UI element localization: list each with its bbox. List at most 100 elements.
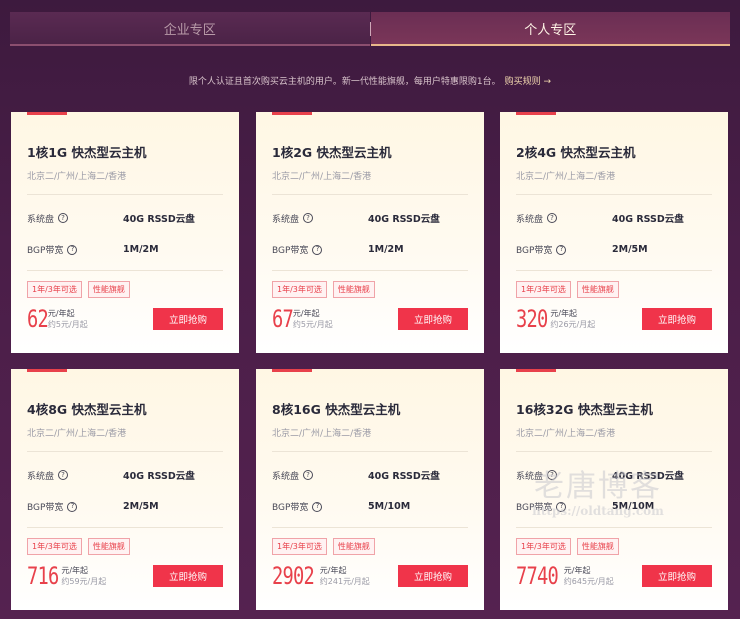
price-monthly: 约5元/月起 [47, 320, 88, 329]
question-circle-icon[interactable]: ? [556, 501, 567, 512]
card-divider [516, 527, 712, 528]
price-unit: 元/年起 [319, 566, 347, 575]
question-circle-icon[interactable]: ? [67, 501, 78, 512]
product-card: 4核8G 快杰型云主机 北京二/广州/上海二/香港 系统盘? 40G RSSD云… [11, 369, 239, 610]
spec-bandwidth-label: BGP带宽 [27, 503, 64, 513]
buy-now-button[interactable]: 立即抢购 [153, 565, 223, 587]
card-divider [27, 270, 223, 271]
question-circle-icon[interactable]: ? [312, 244, 323, 255]
tag-term: 1年/3年可选 [27, 538, 82, 555]
card-accent-bar [272, 112, 312, 115]
spec-bandwidth: BGP带宽? 1M/2M [272, 243, 468, 256]
tag-flagship: 性能旗舰 [87, 281, 130, 298]
spec-bandwidth: BGP带宽? 1M/2M [27, 243, 223, 256]
spec-bandwidth-value: 5M/10M [368, 501, 411, 512]
price-unit: 元/年起 [292, 309, 320, 318]
spec-disk-label: 系统盘 [27, 214, 55, 225]
spec-bandwidth: BGP带宽? 2M/5M [27, 500, 223, 513]
price-monthly: 约645元/月起 [563, 577, 614, 586]
product-regions: 北京二/广州/上海二/香港 [516, 169, 712, 195]
product-card: 1核1G 快杰型云主机 北京二/广州/上海二/香港 系统盘? 40G RSSD云… [11, 112, 239, 353]
spec-disk-value: 40G RSSD云盘 [368, 214, 440, 225]
spec-disk-value: 40G RSSD云盘 [612, 214, 684, 225]
card-accent-bar [27, 112, 67, 115]
spec-disk-value: 40G RSSD云盘 [368, 471, 440, 482]
spec-disk: 系统盘? 40G RSSD云盘 [272, 211, 468, 225]
price-monthly: 约5元/月起 [292, 320, 333, 329]
spec-disk-label: 系统盘 [516, 214, 544, 225]
question-circle-icon[interactable]: ? [547, 213, 558, 223]
card-accent-bar [27, 369, 67, 372]
price-value: 320 [516, 305, 548, 333]
product-regions: 北京二/广州/上海二/香港 [516, 426, 712, 452]
product-card: 8核16G 快杰型云主机 北京二/广州/上海二/香港 系统盘? 40G RSSD… [256, 369, 484, 610]
spec-bandwidth-value: 1M/2M [123, 244, 159, 255]
notice-text: 限个人认证且首次购买云主机的用户。新一代性能旗舰，每用户特惠限购1台。 [188, 77, 501, 87]
zone-tabs: 企业专区 个人专区 [10, 12, 730, 46]
tag-term: 1年/3年可选 [272, 281, 327, 298]
spec-disk-value: 40G RSSD云盘 [123, 214, 195, 225]
spec-bandwidth: BGP带宽? 5M/10M [516, 500, 712, 513]
spec-disk-value: 40G RSSD云盘 [612, 471, 684, 482]
spec-bandwidth-value: 5M/10M [612, 501, 655, 512]
spec-bandwidth-value: 1M/2M [368, 244, 404, 255]
price-unit: 元/年起 [47, 309, 75, 318]
product-title: 4核8G 快杰型云主机 [27, 402, 147, 417]
buy-now-button[interactable]: 立即抢购 [398, 308, 468, 330]
tag-term: 1年/3年可选 [272, 538, 327, 555]
price-row: 716 元/年起 约59元/月起 立即抢购 [27, 562, 223, 590]
tag-flagship: 性能旗舰 [576, 538, 619, 555]
spec-bandwidth-label: BGP带宽 [516, 503, 553, 513]
spec-disk-label: 系统盘 [27, 471, 55, 482]
spec-disk-label: 系统盘 [272, 471, 300, 482]
question-circle-icon[interactable]: ? [312, 501, 323, 512]
buy-now-button[interactable]: 立即抢购 [153, 308, 223, 330]
price-value: 2902 [272, 562, 315, 590]
question-circle-icon[interactable]: ? [556, 244, 567, 255]
spec-disk-label: 系统盘 [272, 214, 300, 225]
eligibility-notice: 限个人认证且首次购买云主机的用户。新一代性能旗舰，每用户特惠限购1台。 购买规则 … [0, 74, 740, 87]
question-circle-icon[interactable]: ? [547, 470, 558, 480]
tag-flagship: 性能旗舰 [576, 281, 619, 298]
card-divider [272, 527, 468, 528]
question-circle-icon[interactable]: ? [303, 213, 314, 223]
spec-bandwidth-label: BGP带宽 [516, 246, 553, 256]
product-card: 2核4G 快杰型云主机 北京二/广州/上海二/香港 系统盘? 40G RSSD云… [500, 112, 728, 353]
buy-now-button[interactable]: 立即抢购 [642, 308, 712, 330]
buy-now-button[interactable]: 立即抢购 [642, 565, 712, 587]
purchase-rules-link[interactable]: 购买规则 → [505, 77, 551, 87]
price-monthly: 约59元/月起 [61, 577, 107, 586]
price-value: 67 [272, 305, 294, 333]
price-monthly: 约26元/月起 [550, 320, 596, 329]
price-row: 7740 元/年起 约645元/月起 立即抢购 [516, 562, 712, 590]
tab-personal[interactable]: 个人专区 [370, 12, 730, 46]
price-row: 67 元/年起 约5元/月起 立即抢购 [272, 305, 468, 333]
product-title: 1核1G 快杰型云主机 [27, 145, 147, 160]
buy-now-button[interactable]: 立即抢购 [398, 565, 468, 587]
product-title: 2核4G 快杰型云主机 [516, 145, 636, 160]
spec-bandwidth: BGP带宽? 5M/10M [272, 500, 468, 513]
spec-disk: 系统盘? 40G RSSD云盘 [27, 468, 223, 482]
product-card: 16核32G 快杰型云主机 北京二/广州/上海二/香港 系统盘? 40G RSS… [500, 369, 728, 610]
price-row: 62 元/年起 约5元/月起 立即抢购 [27, 305, 223, 333]
product-regions: 北京二/广州/上海二/香港 [27, 426, 223, 452]
question-circle-icon[interactable]: ? [67, 244, 78, 255]
question-circle-icon[interactable]: ? [303, 470, 314, 480]
tag-list: 1年/3年可选 性能旗舰 [27, 538, 223, 555]
tag-flagship: 性能旗舰 [87, 538, 130, 555]
price-row: 2902 元/年起 约241元/月起 立即抢购 [272, 562, 468, 590]
spec-disk-value: 40G RSSD云盘 [123, 471, 195, 482]
spec-bandwidth-label: BGP带宽 [27, 246, 64, 256]
question-circle-icon[interactable]: ? [58, 470, 69, 480]
tab-enterprise[interactable]: 企业专区 [10, 12, 370, 46]
product-card: 1核2G 快杰型云主机 北京二/广州/上海二/香港 系统盘? 40G RSSD云… [256, 112, 484, 353]
spec-bandwidth-label: BGP带宽 [272, 503, 309, 513]
product-title: 16核32G 快杰型云主机 [516, 402, 653, 417]
card-accent-bar [516, 112, 556, 115]
tag-list: 1年/3年可选 性能旗舰 [27, 281, 223, 298]
question-circle-icon[interactable]: ? [58, 213, 69, 223]
tag-flagship: 性能旗舰 [332, 281, 375, 298]
price-unit: 元/年起 [550, 309, 578, 318]
card-divider [272, 270, 468, 271]
price-monthly: 约241元/月起 [319, 577, 370, 586]
